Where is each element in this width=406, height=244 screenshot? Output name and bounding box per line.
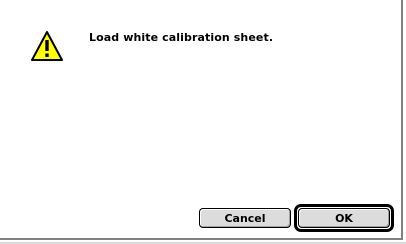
caution-icon — [31, 31, 63, 61]
alert-dialog: Load white calibration sheet. Cancel OK — [0, 0, 403, 240]
alert-message: Load white calibration sheet. — [89, 31, 274, 44]
ok-button[interactable]: OK — [298, 208, 390, 228]
cancel-button[interactable]: Cancel — [199, 208, 291, 228]
